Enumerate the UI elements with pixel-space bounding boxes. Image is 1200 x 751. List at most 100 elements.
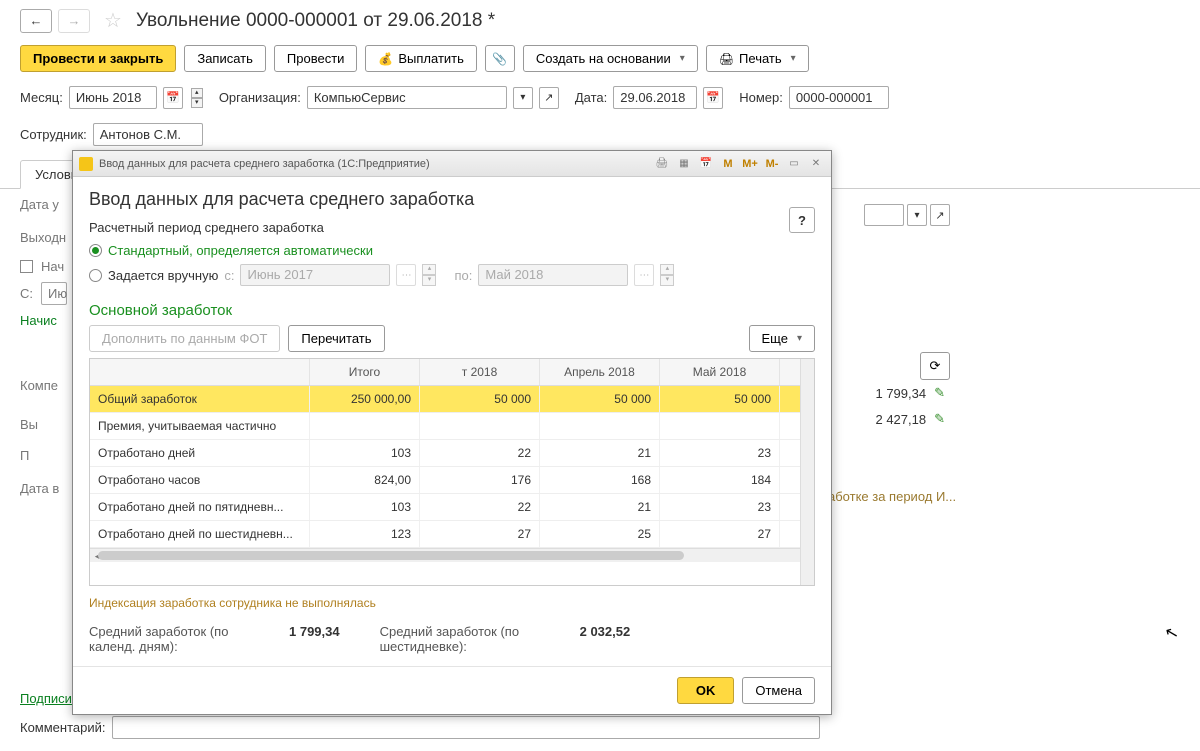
row-total[interactable] — [310, 413, 420, 439]
horizontal-scrollbar[interactable]: ◂ ▸ — [90, 548, 814, 562]
date-input[interactable]: 29.06.2018 — [613, 86, 697, 109]
row-v3[interactable]: 184 — [660, 467, 780, 493]
row-v2[interactable]: 168 — [540, 467, 660, 493]
titlebar-print-icon[interactable]: 🖨 — [653, 156, 671, 172]
org-input[interactable]: КомпьюСервис — [307, 86, 507, 109]
row-v1[interactable]: 22 — [420, 440, 540, 466]
pay-button[interactable]: Выплатить — [365, 45, 476, 72]
radio-standard-label: Стандартный, определяется автоматически — [108, 243, 373, 258]
row-total[interactable]: 103 — [310, 440, 420, 466]
table-row[interactable]: Премия, учитываемая частично — [90, 413, 814, 440]
col-m2[interactable]: Апрель 2018 — [540, 359, 660, 385]
to-label: по: — [454, 268, 472, 283]
attach-button[interactable] — [485, 45, 515, 72]
titlebar-m-icon[interactable]: M — [719, 156, 737, 172]
post-and-close-button[interactable]: Провести и закрыть — [20, 45, 176, 72]
row-v1[interactable]: 27 — [420, 521, 540, 547]
signatures-link[interactable]: Подписи — [20, 691, 72, 706]
row-v3[interactable]: 23 — [660, 440, 780, 466]
recalc-button[interactable]: Перечитать — [288, 325, 384, 352]
bg-s-input[interactable]: Ию — [41, 282, 67, 305]
month-calendar-button[interactable] — [163, 87, 183, 109]
bg-vyhod: Выходн — [20, 230, 66, 245]
modal-subtitle: Расчетный период среднего заработка — [89, 220, 815, 235]
titlebar-mminus-icon[interactable]: M- — [763, 156, 781, 172]
row-v3[interactable] — [660, 413, 780, 439]
bg-dd[interactable]: ▾ — [907, 204, 927, 226]
radio-manual[interactable]: Задается вручную с: Июнь 2017 ⋯ ▴▾ по: М… — [89, 264, 815, 286]
more-button[interactable]: Еще — [749, 325, 815, 352]
row-v3[interactable]: 27 — [660, 521, 780, 547]
row-label: Отработано дней по шестидневн... — [90, 521, 310, 547]
row-v2[interactable]: 21 — [540, 440, 660, 466]
hscroll-thumb[interactable] — [98, 551, 684, 560]
titlebar-minimize-icon[interactable]: ▭ — [785, 156, 803, 172]
org-dropdown-button[interactable]: ▾ — [513, 87, 533, 109]
favorite-star-icon[interactable]: ☆ — [104, 8, 122, 33]
nav-forward-button[interactable]: → — [58, 9, 90, 33]
radio-standard[interactable]: Стандартный, определяется автоматически — [89, 243, 815, 258]
col-m3[interactable]: Май 2018 — [660, 359, 780, 385]
row-v1[interactable]: 22 — [420, 494, 540, 520]
refresh-button[interactable]: ⟳ — [920, 352, 950, 380]
create-based-on-button[interactable]: Создать на основании — [523, 45, 698, 72]
table-row[interactable]: Отработано часов824,00176168184 — [90, 467, 814, 494]
comment-input[interactable] — [112, 716, 821, 739]
table-row[interactable]: Отработано дней по пятидневн...103222123 — [90, 494, 814, 521]
month-input[interactable]: Июнь 2018 — [69, 86, 157, 109]
row-v1[interactable]: 176 — [420, 467, 540, 493]
vertical-scrollbar[interactable] — [800, 359, 814, 585]
modal-titlebar[interactable]: Ввод данных для расчета среднего заработ… — [73, 151, 831, 177]
bg-nachis-link[interactable]: Начис — [20, 313, 57, 328]
bg-data-v: Дата в — [20, 481, 59, 496]
print-icon — [719, 51, 734, 66]
fill-from-fot-button[interactable]: Дополнить по данным ФОТ — [89, 325, 280, 352]
to-input: Май 2018 — [478, 264, 628, 286]
edit-amount-1-icon[interactable]: ✎ — [934, 385, 945, 401]
bg-period-text: аботке за период И... — [828, 489, 956, 504]
nav-back-button[interactable]: ← — [20, 9, 52, 33]
bg-open[interactable] — [930, 204, 950, 226]
row-v3[interactable]: 23 — [660, 494, 780, 520]
table-row[interactable]: Отработано дней по шестидневн...12327252… — [90, 521, 814, 548]
table-row[interactable]: Общий заработок250 000,0050 00050 00050 … — [90, 386, 814, 413]
print-button[interactable]: Печать — [706, 45, 809, 72]
bg-s-label: С: — [20, 286, 33, 301]
ok-button[interactable]: OK — [677, 677, 735, 704]
row-total[interactable]: 123 — [310, 521, 420, 547]
org-open-button[interactable] — [539, 87, 559, 109]
save-button[interactable]: Записать — [184, 45, 266, 72]
edit-amount-2-icon[interactable]: ✎ — [934, 411, 945, 427]
titlebar-close-icon[interactable]: ✕ — [807, 156, 825, 172]
row-total[interactable]: 824,00 — [310, 467, 420, 493]
radio-manual-dot — [89, 269, 102, 282]
row-total[interactable]: 103 — [310, 494, 420, 520]
row-v1[interactable] — [420, 413, 540, 439]
row-total[interactable]: 250 000,00 — [310, 386, 420, 412]
help-button[interactable]: ? — [789, 207, 815, 233]
row-label: Отработано дней — [90, 440, 310, 466]
row-v2[interactable] — [540, 413, 660, 439]
titlebar-mplus-icon[interactable]: M+ — [741, 156, 759, 172]
bg-p: П — [20, 448, 29, 463]
titlebar-calendar-icon[interactable]: 📅 — [697, 156, 715, 172]
post-button[interactable]: Провести — [274, 45, 358, 72]
row-v2[interactable]: 25 — [540, 521, 660, 547]
row-v2[interactable]: 21 — [540, 494, 660, 520]
row-v1[interactable]: 50 000 — [420, 386, 540, 412]
col-m1[interactable]: т 2018 — [420, 359, 540, 385]
row-v3[interactable]: 50 000 — [660, 386, 780, 412]
titlebar-grid-icon[interactable]: ▦ — [675, 156, 693, 172]
nach-checkbox[interactable] — [20, 260, 33, 273]
date-calendar-button[interactable] — [703, 87, 723, 109]
coin-icon — [378, 51, 393, 66]
row-v2[interactable]: 50 000 — [540, 386, 660, 412]
radio-standard-dot — [89, 244, 102, 257]
table-row[interactable]: Отработано дней103222123 — [90, 440, 814, 467]
employee-input[interactable]: Антонов С.М. — [93, 123, 203, 146]
month-spinner[interactable]: ▴▾ — [191, 88, 203, 108]
bg-date-label: Дата у — [20, 197, 59, 212]
number-input[interactable]: 0000-000001 — [789, 86, 889, 109]
col-total[interactable]: Итого — [310, 359, 420, 385]
cancel-button[interactable]: Отмена — [742, 677, 815, 704]
